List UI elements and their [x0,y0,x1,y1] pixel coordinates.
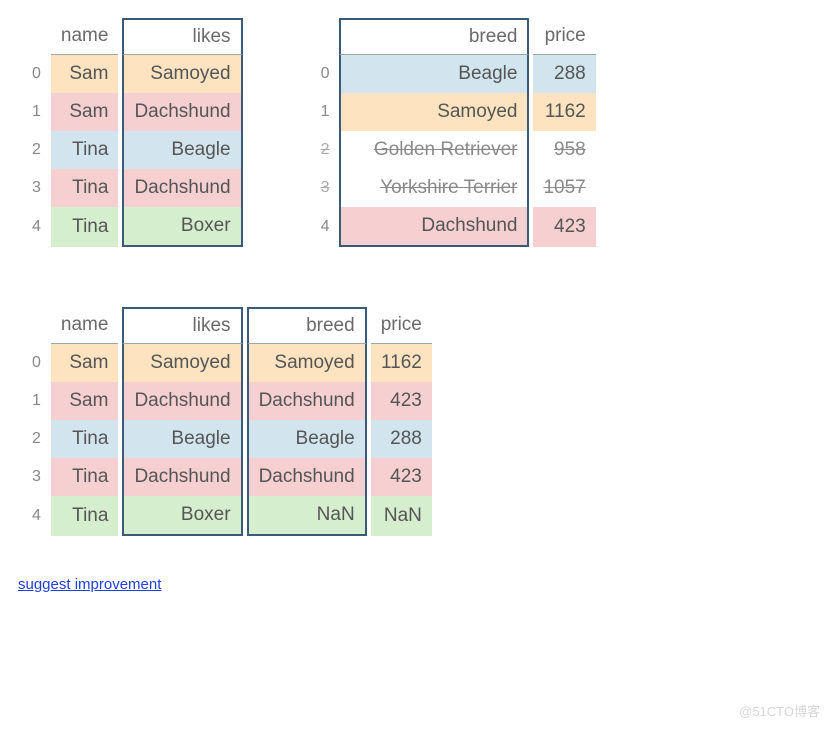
table-right-body: 0 Beagle 288 1 Samoyed 1162 2 Golden Ret… [311,55,596,247]
table-row: 0 Sam Samoyed [22,55,243,93]
col-name: name [51,307,119,344]
col-price: price [371,307,432,344]
table-row: 3 Tina Dachshund Dachshund 423 [22,458,432,496]
table-row: 1 Samoyed 1162 [311,93,596,131]
table-row: 2 Golden Retriever 958 [311,131,596,169]
col-index [22,18,47,55]
table-left: name likes 0 Sam Samoyed 1 Sam Dachshund… [18,18,247,247]
table-left-body: 0 Sam Samoyed 1 Sam Dachshund 2 Tina Bea… [22,55,243,247]
table-row: 1 Sam Dachshund Dachshund 423 [22,382,432,420]
table-row: 4 Tina Boxer [22,207,243,247]
table-right: breed price 0 Beagle 288 1 Samoyed 1162 … [307,18,600,247]
table-merged: name likes breed price 0 Sam Samoyed Sam… [18,307,436,536]
table-row: 4 Dachshund 423 [311,207,596,247]
table-row: 2 Tina Beagle Beagle 288 [22,420,432,458]
table-row: 3 Tina Dachshund [22,169,243,207]
col-price: price [533,18,595,55]
table-row: 1 Sam Dachshund [22,93,243,131]
col-breed: breed [247,307,367,344]
col-likes: likes [122,18,242,55]
col-index [311,18,336,55]
col-name: name [51,18,119,55]
table-row: 0 Beagle 288 [311,55,596,93]
col-breed: breed [339,18,529,55]
table-merged-body: 0 Sam Samoyed Samoyed 1162 1 Sam Dachshu… [22,344,432,536]
watermark: @51CTO博客 [739,701,820,720]
col-likes: likes [122,307,242,344]
col-index [22,307,47,344]
table-row: 4 Tina Boxer NaN NaN [22,496,432,536]
table-row: 2 Tina Beagle [22,131,243,169]
suggest-improvement-link[interactable]: suggest improvement [18,576,161,593]
table-row: 0 Sam Samoyed Samoyed 1162 [22,344,432,382]
table-row: 3 Yorkshire Terrier 1057 [311,169,596,207]
